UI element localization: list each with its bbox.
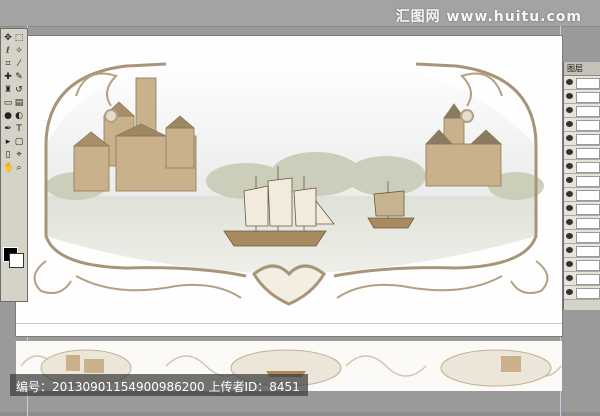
layer-row[interactable] (564, 118, 600, 132)
blur-icon[interactable]: ● (3, 111, 13, 121)
layer-thumbnail (576, 232, 600, 243)
eye-icon[interactable] (566, 233, 573, 239)
layer-thumbnail (576, 260, 600, 271)
layer-row[interactable] (564, 188, 600, 202)
layer-row[interactable] (564, 216, 600, 230)
layer-row[interactable] (564, 272, 600, 286)
eye-icon[interactable] (566, 135, 573, 141)
eyedropper-icon[interactable]: ⌖ (14, 150, 24, 160)
layer-row[interactable] (564, 132, 600, 146)
layer-thumbnail (576, 78, 600, 89)
crop-icon[interactable]: ⌗ (3, 59, 13, 69)
guide-line-horizontal (16, 323, 562, 324)
layers-panel: 图层 (563, 62, 600, 310)
history-brush-icon[interactable]: ↺ (14, 85, 24, 95)
layer-thumbnail (576, 106, 600, 117)
eye-icon[interactable] (566, 121, 573, 127)
layer-row[interactable] (564, 202, 600, 216)
watermark-logo: 汇图网 www.huitu.com (395, 9, 582, 25)
gradient-icon[interactable]: ▤ (14, 98, 24, 108)
background-color-swatch[interactable] (9, 253, 24, 268)
tools-palette: ✥ ⬚ ℓ ✧ ⌗ ⁄ ✚ ✎ ♜ ↺ ▭ ▤ ● ◐ ✒ T ▸ ▢ ▯ ⌖ … (0, 28, 28, 302)
layer-thumbnail (576, 218, 600, 229)
layer-thumbnail (576, 204, 600, 215)
layer-thumbnail (576, 162, 600, 173)
eye-icon[interactable] (566, 93, 573, 99)
eye-icon[interactable] (566, 261, 573, 267)
shape-icon[interactable]: ▢ (14, 137, 24, 147)
brush-icon[interactable]: ✎ (14, 72, 24, 82)
ornament-artwork (33, 54, 549, 306)
healing-brush-icon[interactable]: ✚ (3, 72, 13, 82)
layer-thumbnail (576, 120, 600, 131)
magic-wand-icon[interactable]: ✧ (14, 46, 24, 56)
eye-icon[interactable] (566, 191, 573, 197)
path-select-icon[interactable]: ▸ (3, 137, 13, 147)
layer-row[interactable] (564, 90, 600, 104)
eye-icon[interactable] (566, 177, 573, 183)
layer-row[interactable] (564, 160, 600, 174)
layer-thumbnail (576, 134, 600, 145)
caption-text: 编号：20130901154900986200 上传者ID：8451 (16, 380, 300, 394)
layer-row[interactable] (564, 76, 600, 90)
eye-icon[interactable] (566, 205, 573, 211)
layers-tab-label: 图层 (567, 64, 583, 73)
eye-icon[interactable] (566, 247, 573, 253)
layer-row[interactable] (564, 174, 600, 188)
eye-icon[interactable] (566, 79, 573, 85)
eye-icon[interactable] (566, 219, 573, 225)
layer-row[interactable] (564, 244, 600, 258)
layers-tab[interactable]: 图层 (564, 62, 600, 76)
eraser-icon[interactable]: ▭ (3, 98, 13, 108)
eye-icon[interactable] (566, 275, 573, 281)
layer-row[interactable] (564, 258, 600, 272)
hand-icon[interactable]: ✋ (3, 163, 14, 173)
marquee-icon[interactable]: ⬚ (14, 33, 24, 43)
move-icon[interactable]: ✥ (3, 33, 13, 43)
layer-thumbnail (576, 148, 600, 159)
pen-icon[interactable]: ✒ (3, 124, 13, 134)
layer-row[interactable] (564, 146, 600, 160)
layer-row[interactable] (564, 104, 600, 118)
eye-icon[interactable] (566, 289, 573, 295)
layer-thumbnail (576, 190, 600, 201)
eye-icon[interactable] (566, 163, 573, 169)
slice-icon[interactable]: ⁄ (14, 59, 24, 69)
layer-thumbnail (576, 246, 600, 257)
type-icon[interactable]: T (14, 124, 24, 134)
lasso-icon[interactable]: ℓ (3, 46, 13, 56)
layer-thumbnail (576, 288, 600, 299)
layer-thumbnail (576, 176, 600, 187)
layer-thumbnail (576, 92, 600, 103)
dodge-icon[interactable]: ◐ (14, 111, 24, 121)
notes-icon[interactable]: ▯ (3, 150, 13, 160)
document-canvas[interactable] (16, 36, 562, 336)
layer-thumbnail (576, 274, 600, 285)
eye-icon[interactable] (566, 149, 573, 155)
layer-row[interactable] (564, 230, 600, 244)
layer-row[interactable] (564, 286, 600, 300)
zoom-icon[interactable]: ⌕ (14, 163, 24, 173)
clone-stamp-icon[interactable]: ♜ (3, 85, 13, 95)
eye-icon[interactable] (566, 107, 573, 113)
